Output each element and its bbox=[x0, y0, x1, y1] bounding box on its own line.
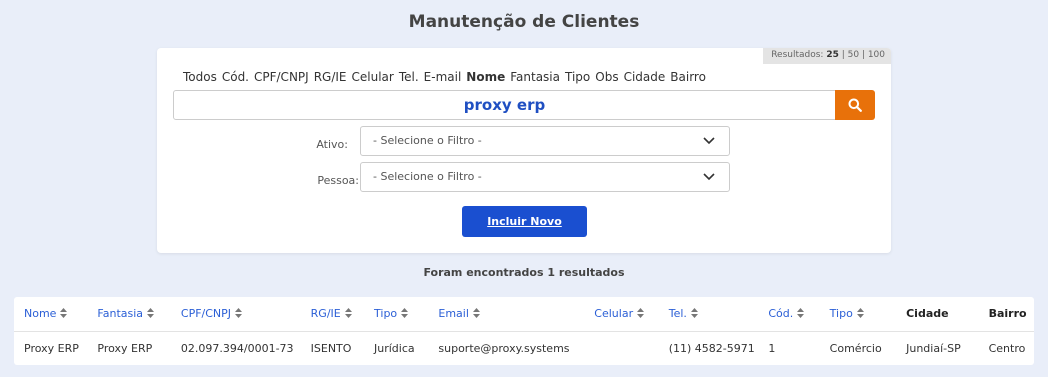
table-cell: 02.097.394/0001-73 bbox=[180, 341, 294, 355]
column-header-label: Nome bbox=[24, 307, 57, 320]
filter-tabs: Todos Cód. CPF/CNPJ RG/IE Celular Tel. E-mail N… bbox=[183, 70, 711, 84]
sort-icon bbox=[797, 307, 805, 318]
sort-icon bbox=[856, 307, 864, 318]
pessoa-select[interactable]: - Selecione o Filtro - bbox=[360, 162, 730, 192]
results-count-prefix: Foram encontrados bbox=[423, 266, 548, 279]
sort-icon[interactable] bbox=[235, 307, 243, 321]
sort-icon[interactable] bbox=[344, 307, 352, 321]
sort-icon bbox=[472, 307, 480, 318]
column-header-label: Tipo bbox=[829, 307, 853, 320]
table-cell: ISENTO bbox=[310, 341, 352, 355]
column-header-label: Cidade bbox=[906, 307, 949, 321]
filter-tab-cidade[interactable]: Cidade bbox=[624, 70, 666, 84]
ativo-select-value: - Selecione o Filtro - bbox=[373, 134, 482, 147]
search-icon bbox=[848, 98, 862, 112]
clients-table-card: Nome Fantasia CPF/CNPJ RG/IE Tipo Email Celula… bbox=[14, 297, 1034, 365]
sort-icon[interactable] bbox=[797, 307, 805, 321]
sort-icon[interactable] bbox=[637, 307, 645, 321]
chevron-down-icon bbox=[703, 137, 715, 145]
results-count-number: 1 bbox=[547, 266, 555, 279]
table-cell: Proxy ERP bbox=[97, 341, 153, 355]
filter-tab-celular[interactable]: Celular bbox=[352, 70, 394, 84]
filter-tab-obs[interactable]: Obs bbox=[595, 70, 618, 84]
table-cell: (11) 4582-5971 bbox=[668, 341, 755, 355]
sort-icon bbox=[401, 307, 409, 318]
column-header-cpf-cnpj[interactable]: CPF/CNPJ bbox=[170, 297, 301, 332]
filter-tab-e-mail[interactable]: E-mail bbox=[424, 70, 462, 84]
results-count-suffix: resultados bbox=[555, 266, 625, 279]
table-body: Proxy ERP Proxy ERP 02.097.394/0001-73 ISEN… bbox=[14, 331, 1034, 365]
column-header-email[interactable]: Email bbox=[428, 297, 585, 332]
column-header-c-d[interactable]: Cód. bbox=[758, 297, 820, 332]
table-cell: Centro bbox=[988, 341, 1026, 355]
column-header-label: Bairro bbox=[988, 307, 1027, 321]
column-header-label: RG/IE bbox=[310, 307, 341, 320]
table-header-row: Nome Fantasia CPF/CNPJ RG/IE Tipo Email Celula… bbox=[14, 297, 1034, 332]
results-per-page-selected[interactable]: 25 bbox=[826, 50, 839, 60]
column-header-label: Tipo bbox=[374, 307, 398, 320]
column-header-cidade: Cidade bbox=[896, 297, 979, 332]
ativo-label: Ativo: bbox=[316, 138, 348, 151]
pessoa-label: Pessoa: bbox=[317, 174, 359, 187]
filter-tab-rg-ie[interactable]: RG/IE bbox=[314, 70, 347, 84]
table-cell bbox=[584, 331, 658, 365]
column-header-rg-ie[interactable]: RG/IE bbox=[300, 297, 365, 332]
column-header-label: CPF/CNPJ bbox=[180, 307, 232, 320]
column-header-label: Celular bbox=[594, 307, 634, 320]
filter-tab-fantasia[interactable]: Fantasia bbox=[510, 70, 560, 84]
search-button[interactable] bbox=[835, 90, 875, 120]
column-header-label: Fantasia bbox=[97, 307, 144, 320]
filter-tab-bairro[interactable]: Bairro bbox=[670, 70, 706, 84]
sort-icon bbox=[235, 307, 243, 318]
column-header-label: Cód. bbox=[768, 307, 794, 320]
chevron-down-icon bbox=[703, 173, 715, 181]
column-header-tipo[interactable]: Tipo bbox=[819, 297, 897, 332]
sort-icon[interactable] bbox=[690, 307, 698, 321]
filter-tab-todos[interactable]: Todos bbox=[183, 70, 217, 84]
filter-tab-tel[interactable]: Tel. bbox=[399, 70, 419, 84]
column-header-fantasia[interactable]: Fantasia bbox=[87, 297, 171, 332]
search-panel: Resultados: 25 | 50 | 100 Todos Cód. CPF/C… bbox=[157, 48, 891, 253]
sort-icon[interactable] bbox=[60, 307, 68, 321]
table-cell: Comércio bbox=[829, 341, 882, 355]
search-input[interactable]: proxy erp bbox=[173, 90, 836, 120]
table-row[interactable]: Proxy ERP Proxy ERP 02.097.394/0001-73 ISEN… bbox=[14, 331, 1034, 365]
filter-tab-nome[interactable]: Nome bbox=[466, 70, 505, 84]
results-per-page-label: Resultados: bbox=[771, 50, 824, 60]
table-cell: suporte@proxy.systems bbox=[438, 341, 570, 355]
add-client-button[interactable]: Incluir Novo bbox=[462, 206, 587, 237]
sort-icon bbox=[637, 307, 645, 318]
sort-icon bbox=[60, 307, 68, 318]
results-per-page-options[interactable]: | 50 | 100 bbox=[839, 50, 885, 60]
column-header-tipo[interactable]: Tipo bbox=[364, 297, 429, 332]
column-header-bairro: Bairro bbox=[978, 297, 1034, 332]
sort-icon[interactable] bbox=[147, 307, 155, 321]
column-header-tel[interactable]: Tel. bbox=[658, 297, 759, 332]
column-header-label: Email bbox=[438, 307, 469, 320]
pessoa-select-value: - Selecione o Filtro - bbox=[373, 170, 482, 183]
results-per-page[interactable]: Resultados: 25 | 50 | 100 bbox=[763, 48, 891, 64]
table-cell: Jurídica bbox=[374, 341, 415, 355]
results-count: Foram encontrados 1 resultados bbox=[0, 266, 1048, 279]
table-cell: Jundiaí-SP bbox=[906, 341, 961, 355]
column-header-celular[interactable]: Celular bbox=[584, 297, 659, 332]
sort-icon bbox=[344, 307, 352, 318]
column-header-label: Tel. bbox=[668, 307, 687, 320]
sort-icon[interactable] bbox=[856, 307, 864, 321]
clients-table: Nome Fantasia CPF/CNPJ RG/IE Tipo Email Celula… bbox=[14, 297, 1034, 365]
table-cell: Proxy ERP bbox=[24, 341, 79, 355]
filter-tab-cpf-cnpj[interactable]: CPF/CNPJ bbox=[254, 70, 309, 84]
ativo-select[interactable]: - Selecione o Filtro - bbox=[360, 126, 730, 156]
filter-tab-tipo[interactable]: Tipo bbox=[565, 70, 590, 84]
column-header-nome[interactable]: Nome bbox=[14, 297, 88, 332]
sort-icon[interactable] bbox=[472, 307, 480, 321]
page-title: Manutenção de Clientes bbox=[408, 12, 640, 32]
sort-icon[interactable] bbox=[401, 307, 409, 321]
table-cell: 1 bbox=[768, 341, 776, 355]
filter-tab-c-d[interactable]: Cód. bbox=[222, 70, 249, 84]
sort-icon bbox=[147, 307, 155, 318]
sort-icon bbox=[690, 307, 698, 318]
